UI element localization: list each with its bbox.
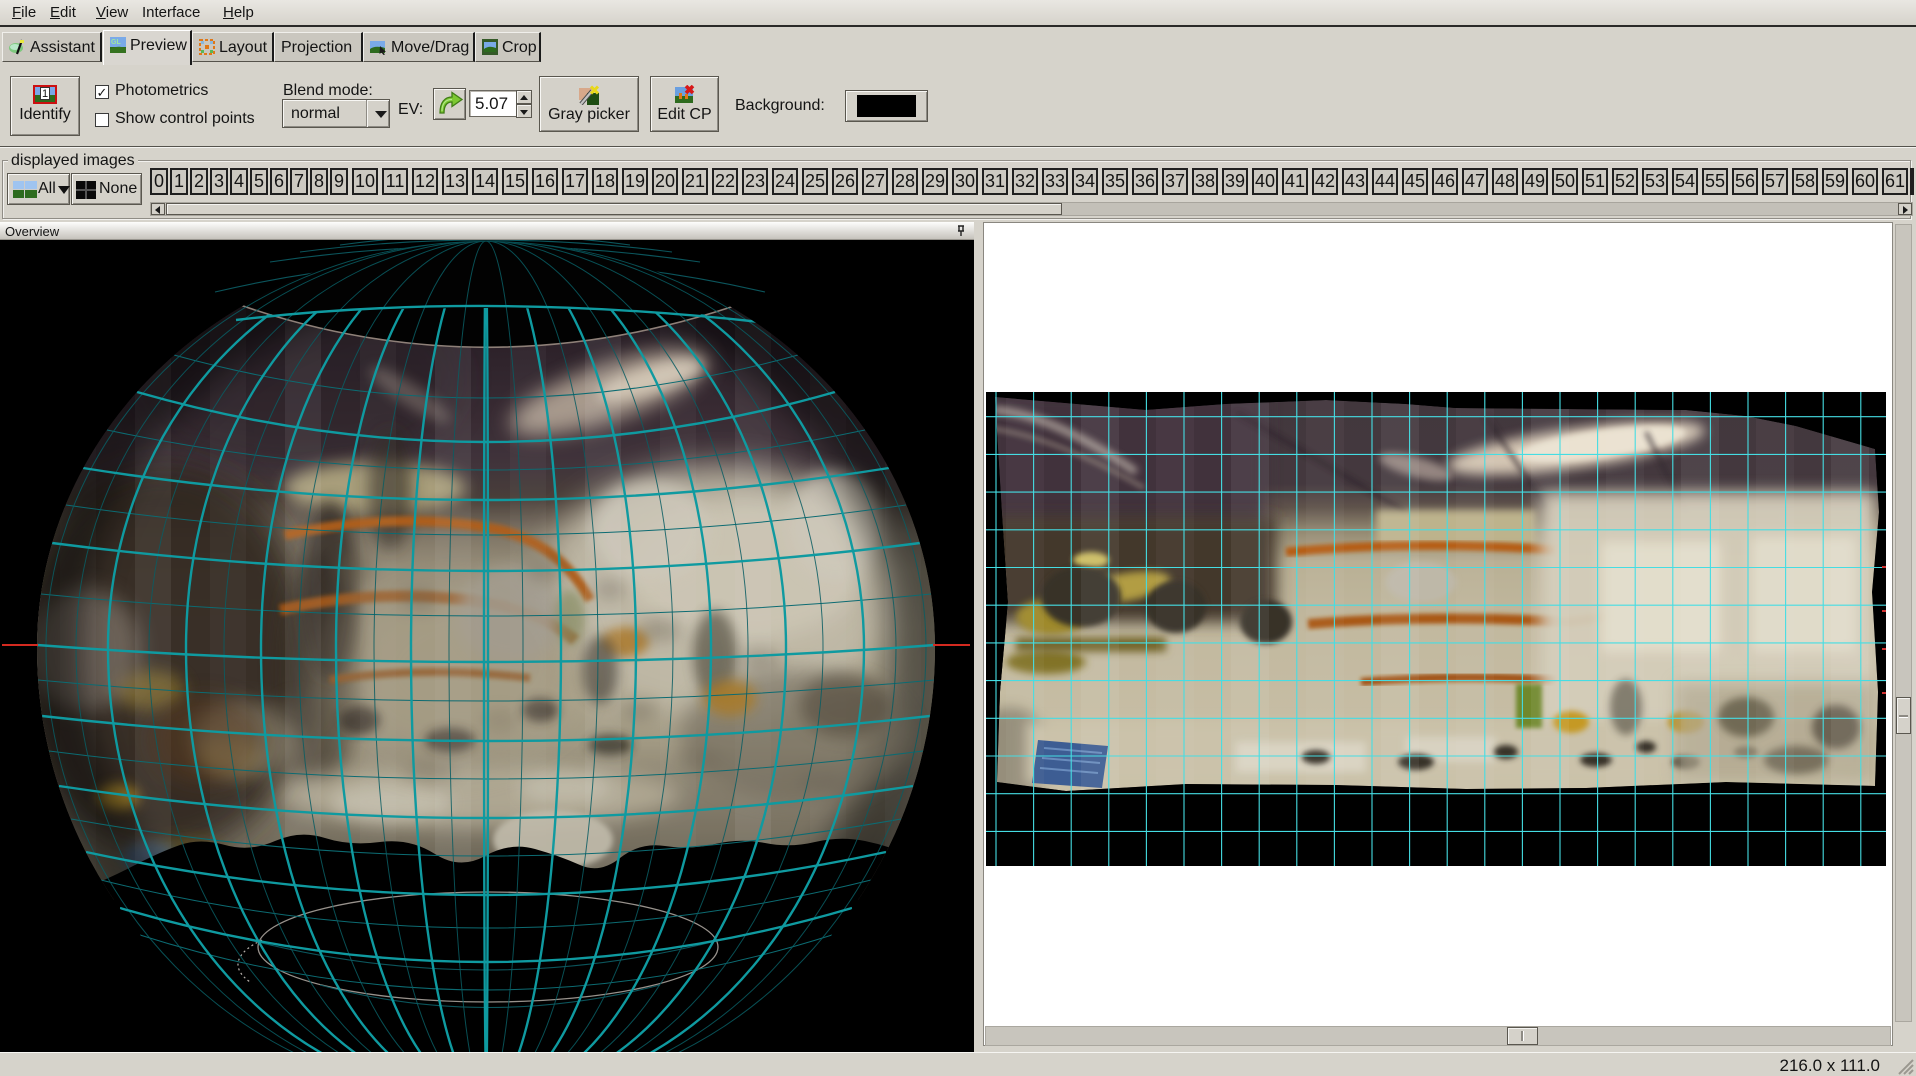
svg-text:GL: GL — [111, 39, 121, 46]
